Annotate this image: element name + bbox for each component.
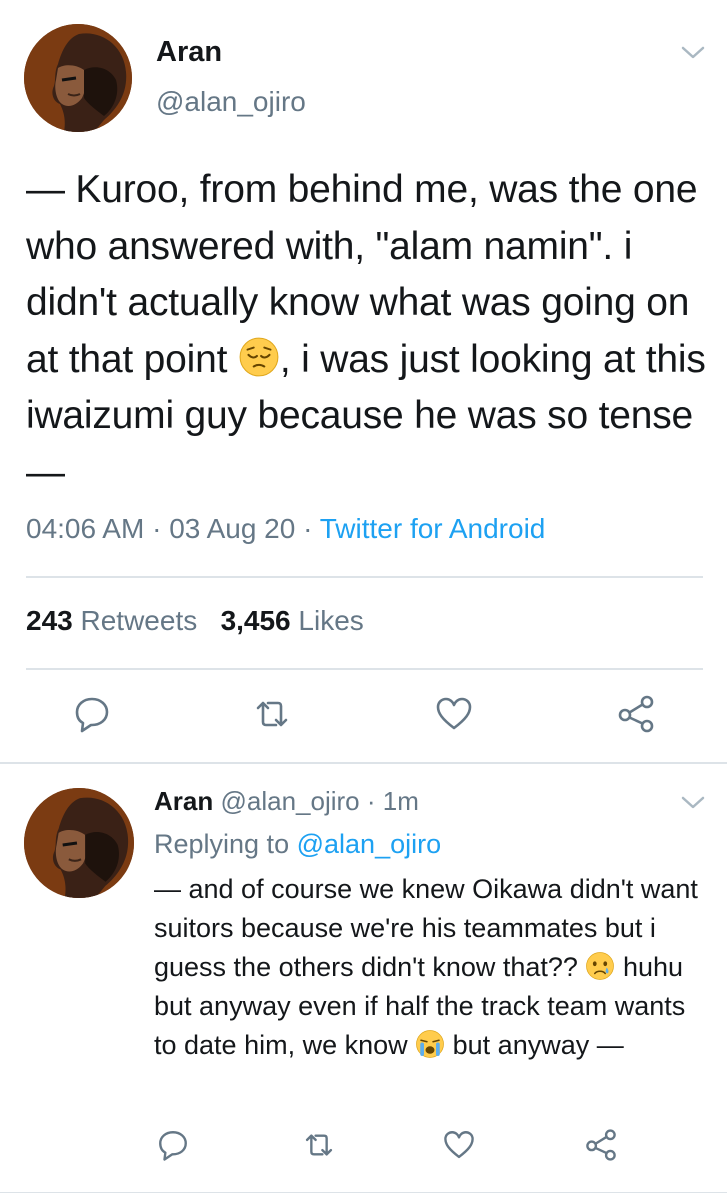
- replying-prefix: Replying to: [154, 829, 290, 859]
- share-icon[interactable]: [616, 694, 656, 734]
- heart-icon[interactable]: [434, 694, 474, 734]
- pensive-face-emoji: [238, 336, 280, 378]
- main-tweet-text: — Kuroo, from behind me, was the one who…: [26, 162, 716, 501]
- likes-stat[interactable]: 3,456 Likes: [221, 605, 364, 636]
- reply-avatar[interactable]: [24, 788, 134, 898]
- reply-header: Aran @alan_ojiro · 1m: [154, 786, 419, 817]
- retweet-icon[interactable]: [252, 694, 292, 734]
- share-icon[interactable]: [584, 1128, 618, 1162]
- reply-icon[interactable]: [72, 694, 112, 734]
- main-author-name[interactable]: Aran: [156, 36, 222, 69]
- main-author-handle[interactable]: @alan_ojiro: [156, 86, 306, 118]
- reply-separator: ·: [366, 786, 376, 816]
- reply-author-name[interactable]: Aran: [154, 786, 213, 816]
- meta-separator: ·: [152, 513, 162, 544]
- reply-author-handle[interactable]: @alan_ojiro: [220, 786, 359, 816]
- tweet-source-link[interactable]: Twitter for Android: [320, 513, 546, 544]
- reply-time: 1m: [382, 786, 419, 816]
- tweet-stats: 243 Retweets 3,456 Likes: [26, 605, 364, 637]
- tweet-meta: 04:06 AM · 03 Aug 20 · Twitter for Andro…: [26, 513, 545, 545]
- heart-icon[interactable]: [442, 1128, 476, 1162]
- retweets-count: 243: [26, 605, 73, 636]
- tweet-date: 03 Aug 20: [169, 513, 296, 544]
- retweet-icon[interactable]: [302, 1128, 336, 1162]
- divider: [0, 1192, 727, 1193]
- likes-label: Likes: [298, 605, 364, 636]
- main-avatar[interactable]: [24, 24, 132, 132]
- reply-text-part-3: but anyway —: [445, 1030, 624, 1060]
- retweets-label: Retweets: [80, 605, 198, 636]
- replying-to-link[interactable]: @alan_ojiro: [297, 829, 442, 859]
- tweet-time: 04:06 AM: [26, 513, 145, 544]
- crying-face-emoji: [585, 951, 615, 981]
- chevron-down-icon[interactable]: [678, 792, 708, 812]
- reply-tweet-text: — and of course we knew Oikawa didn't wa…: [154, 870, 714, 1065]
- meta-separator: ·: [303, 513, 313, 544]
- divider: [0, 762, 727, 764]
- replying-to: Replying to @alan_ojiro: [154, 829, 441, 860]
- divider: [26, 576, 703, 578]
- chevron-down-icon[interactable]: [678, 42, 708, 62]
- retweets-stat[interactable]: 243 Retweets: [26, 605, 197, 636]
- loudly-crying-face-emoji: [415, 1029, 445, 1059]
- divider: [26, 668, 703, 670]
- likes-count: 3,456: [220, 605, 291, 636]
- reply-icon[interactable]: [156, 1128, 190, 1162]
